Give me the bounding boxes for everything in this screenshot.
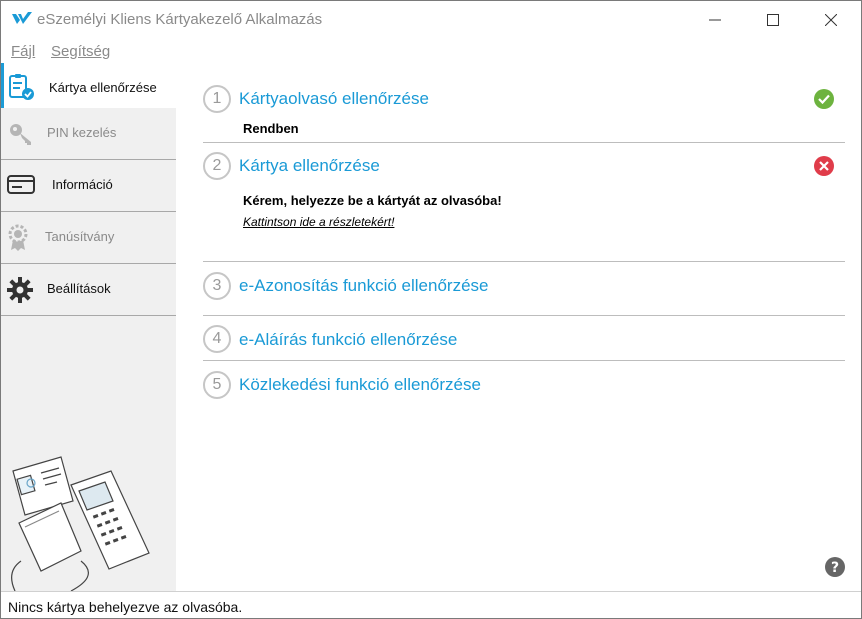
sidebar-item-label: PIN kezelés [47, 125, 117, 140]
close-icon [825, 14, 837, 26]
active-indicator [1, 63, 4, 108]
step-title[interactable]: Kártya ellenőrzése [239, 156, 380, 176]
step-number: 3 [203, 272, 231, 300]
app-window: eSzemélyi Kliens Kártyakezelő Alkalmazás… [0, 0, 862, 619]
status-bar: Nincs kártya behelyezve az olvasóba. [1, 591, 861, 618]
step-title[interactable]: e-Azonosítás funkció ellenőrzése [239, 276, 488, 296]
sidebar-item-label: Tanúsítvány [45, 229, 115, 244]
error-circle-icon [814, 156, 834, 176]
sidebar-item-label: Információ [52, 177, 113, 192]
menu-bar: Fájl Segítség [1, 39, 861, 63]
step-title[interactable]: e-Aláírás funkció ellenőrzése [239, 330, 457, 350]
app-logo-icon [12, 12, 32, 24]
step-title[interactable]: Közlekedési funkció ellenőrzése [239, 375, 481, 395]
minimize-icon [709, 19, 721, 21]
maximize-button[interactable] [744, 1, 802, 39]
title-bar: eSzemélyi Kliens Kártyakezelő Alkalmazás [1, 1, 861, 39]
step-number: 4 [203, 325, 231, 353]
sidebar: Kártya ellenőrzése PIN kezelés Informáci… [1, 63, 176, 591]
gear-icon [7, 277, 33, 303]
sidebar-item-info[interactable]: Információ [1, 160, 176, 212]
sidebar-item-settings[interactable]: Beállítások [1, 264, 176, 316]
close-button[interactable] [802, 1, 860, 39]
check-circle-icon [814, 89, 834, 109]
step-number: 2 [203, 152, 231, 180]
divider [203, 142, 845, 143]
sidebar-item-certificate[interactable]: Tanúsítvány [1, 212, 176, 264]
certificate-icon [8, 224, 28, 251]
card-check-icon [9, 74, 34, 100]
divider [203, 315, 845, 316]
key-icon [10, 124, 31, 145]
sidebar-item-pin[interactable]: PIN kezelés [1, 108, 176, 160]
maximize-icon [767, 14, 779, 26]
window-title: eSzemélyi Kliens Kártyakezelő Alkalmazás [37, 11, 323, 28]
step-number: 1 [203, 85, 231, 113]
minimize-button[interactable] [686, 1, 744, 39]
svg-text:?: ? [831, 560, 839, 576]
menu-help[interactable]: Segítség [51, 43, 110, 60]
help-icon[interactable]: ? [825, 557, 845, 577]
step-number: 5 [203, 371, 231, 399]
card-icon [7, 175, 35, 194]
sidebar-item-label: Beállítások [47, 281, 111, 296]
status-message: Nincs kártya behelyezve az olvasóba. [8, 599, 243, 615]
main-panel: 1 Kártyaolvasó ellenőrzése Rendben 2 Kár… [176, 63, 861, 591]
divider [203, 360, 845, 361]
sidebar-item-label: Kártya ellenőrzése [49, 80, 157, 95]
details-link[interactable]: Kattintson ide a részletekért! [243, 215, 394, 229]
step-detail: Rendben [243, 121, 299, 136]
divider [203, 261, 845, 262]
card-reader-illustration [11, 456, 150, 591]
step-title[interactable]: Kártyaolvasó ellenőrzése [239, 89, 429, 109]
step-detail: Kérem, helyezze be a kártyát az olvasóba… [243, 193, 502, 208]
menu-file[interactable]: Fájl [11, 43, 35, 60]
